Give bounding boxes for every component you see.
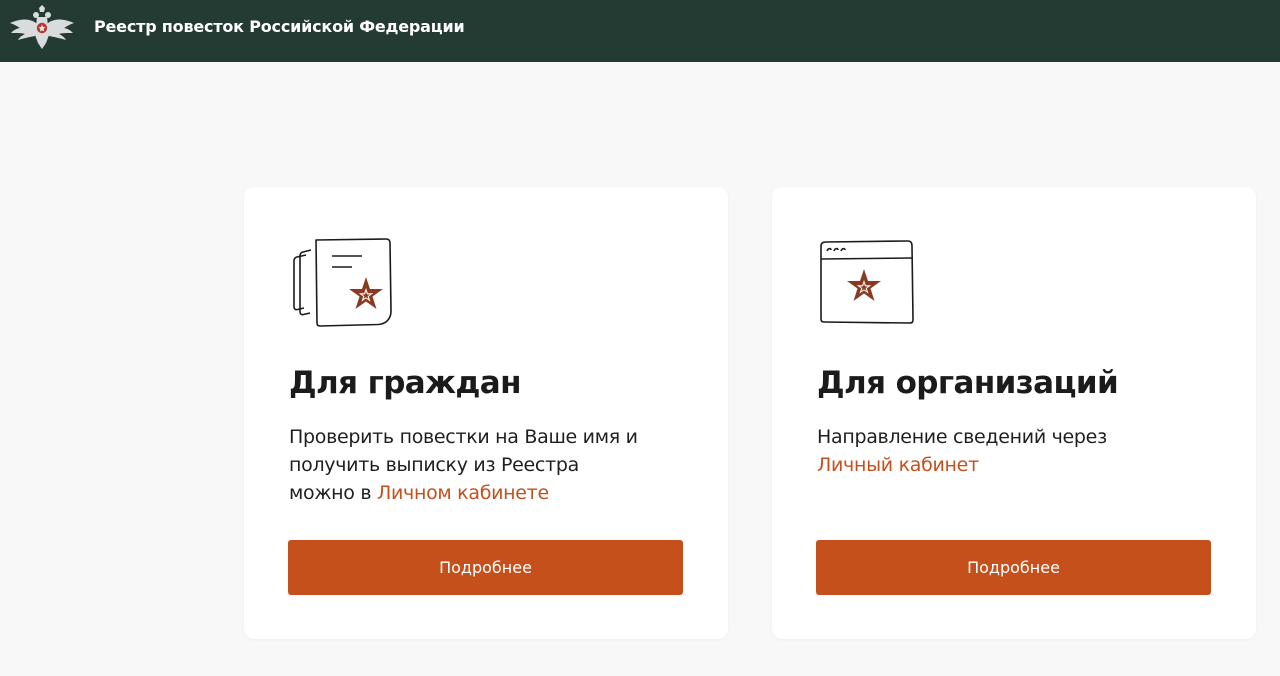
description-text: можно в bbox=[289, 482, 377, 504]
personal-account-link[interactable]: Личном кабинете bbox=[377, 482, 549, 504]
card-description: Направление сведений через Личный кабине… bbox=[817, 423, 1237, 479]
citizens-card: Для граждан Проверить повестки на Ваше и… bbox=[244, 187, 728, 639]
description-line: Личный кабинет bbox=[817, 451, 1237, 479]
description-line: получить выписку из Реестра bbox=[289, 454, 579, 476]
more-details-button[interactable]: Подробнее bbox=[816, 540, 1211, 595]
card-title: Для организаций bbox=[817, 365, 1119, 401]
description-line: Проверить повестки на Ваше имя и bbox=[289, 426, 638, 448]
site-title[interactable]: Реестр повесток Российской Федерации bbox=[94, 17, 465, 37]
card-title: Для граждан bbox=[289, 365, 522, 401]
description-line: Направление сведений через bbox=[817, 426, 1107, 448]
organizations-card: Для организаций Направление сведений чер… bbox=[772, 187, 1256, 639]
card-description: Проверить повестки на Ваше имя и получит… bbox=[289, 423, 709, 507]
browser-window-star-icon bbox=[818, 237, 918, 329]
double-headed-eagle-emblem-icon[interactable] bbox=[8, 5, 76, 51]
personal-account-link[interactable]: Личный кабинет bbox=[817, 454, 979, 476]
description-line: можно в Личном кабинете bbox=[289, 479, 709, 507]
more-details-button[interactable]: Подробнее bbox=[288, 540, 683, 595]
top-header: Реестр повесток Российской Федерации bbox=[0, 0, 1280, 62]
summons-document-star-icon bbox=[290, 237, 394, 333]
